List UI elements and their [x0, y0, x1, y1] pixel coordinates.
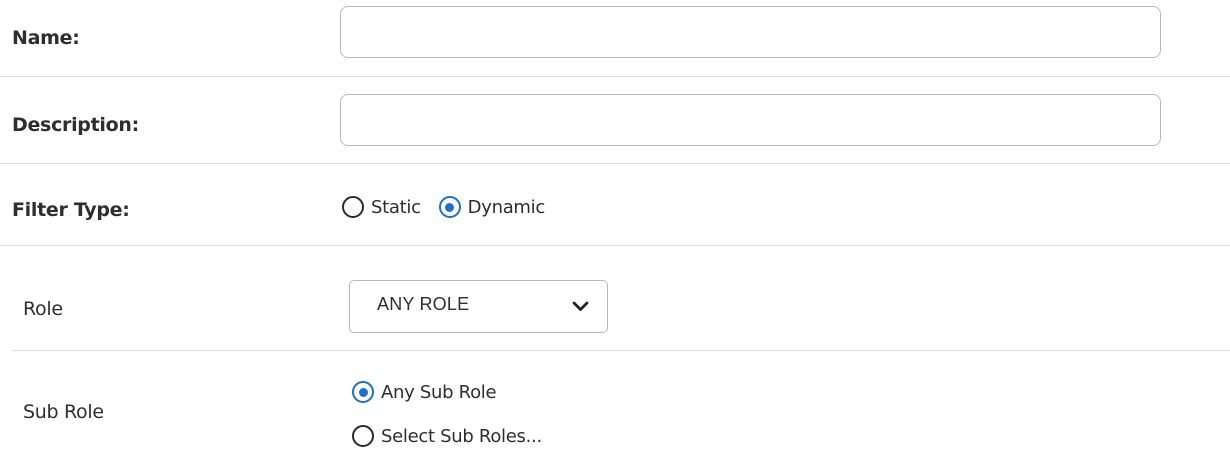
description-input[interactable]: [340, 94, 1161, 146]
sub-role-any-radio[interactable]: Any Sub Role: [352, 381, 497, 403]
filter-type-static-label: Static: [371, 196, 421, 218]
sub-role-select-label: Select Sub Roles...: [381, 425, 542, 447]
name-input[interactable]: [340, 6, 1161, 58]
radio-unchecked-icon: [352, 425, 374, 447]
chevron-down-icon: [572, 301, 589, 311]
divider: [0, 163, 1230, 164]
radio-checked-icon: [352, 381, 374, 403]
role-label: Role: [23, 298, 63, 320]
divider: [0, 245, 1230, 246]
description-label: Description:: [12, 114, 139, 136]
filter-type-label: Filter Type:: [12, 199, 130, 221]
role-select[interactable]: ANY ROLE: [349, 280, 608, 333]
sub-role-radio-group: Any Sub Role Select Sub Roles...: [352, 381, 542, 447]
divider: [0, 76, 1230, 77]
sub-role-select-radio[interactable]: Select Sub Roles...: [352, 425, 542, 447]
sub-role-label: Sub Role: [23, 401, 104, 423]
filter-type-static-radio[interactable]: Static: [342, 196, 421, 218]
sub-role-any-label: Any Sub Role: [381, 381, 497, 403]
filter-form: Name: Description: Filter Type: Static D…: [0, 0, 1230, 454]
radio-unchecked-icon: [342, 196, 364, 218]
filter-type-dynamic-radio[interactable]: Dynamic: [438, 196, 546, 218]
divider: [12, 350, 1230, 351]
filter-type-dynamic-label: Dynamic: [467, 196, 546, 218]
role-select-value: ANY ROLE: [377, 294, 470, 314]
name-label: Name:: [12, 27, 80, 49]
filter-type-radio-group: Static Dynamic: [342, 196, 545, 218]
radio-checked-icon: [438, 196, 461, 218]
